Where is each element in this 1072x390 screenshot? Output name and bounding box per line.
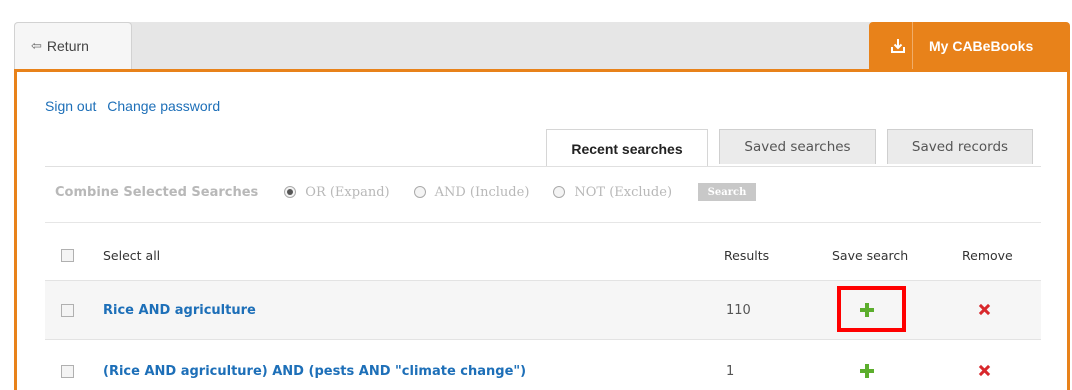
top-bar: ⇦ Return My CABeBooks	[14, 22, 1070, 69]
radio-button[interactable]	[413, 186, 426, 198]
results-count: 110	[726, 302, 751, 318]
arrow-left-icon: ⇦	[31, 38, 42, 53]
select-all-label: Select all	[103, 248, 161, 263]
return-button[interactable]: ⇦ Return	[14, 22, 132, 69]
search-tabs: Recent searches Saved searches Saved rec…	[546, 129, 1044, 167]
combine-searches-row: Combine Selected Searches OR (Expand) AN…	[55, 181, 757, 203]
radio-button[interactable]	[553, 186, 566, 198]
search-query-link[interactable]: Rice AND agriculture	[103, 303, 256, 318]
search-history-panel: Sign out Change password Recent searches…	[14, 69, 1070, 390]
remove-header: Remove	[962, 248, 1013, 263]
table-header: Select all Results Save search Remove	[45, 232, 1041, 279]
my-cabebooks-label: My CABeBooks	[929, 37, 1034, 54]
select-all-checkbox[interactable]	[61, 249, 74, 262]
radio-or-label: OR (Expand)	[305, 184, 390, 200]
table-row: (Rice AND agriculture) AND (pests AND "c…	[45, 340, 1041, 390]
my-cabebooks-tab[interactable]: My CABeBooks	[869, 22, 1070, 69]
return-label: Return	[46, 38, 89, 54]
radio-button-selected[interactable]	[284, 186, 297, 198]
tab-saved-searches[interactable]: Saved searches	[719, 129, 876, 164]
page: ⇦ Return My CABeBooks Sign out Change pa…	[0, 0, 1072, 390]
combine-label: Combine Selected Searches	[55, 184, 259, 200]
results-header: Results	[724, 248, 770, 263]
radio-not-label: NOT (Exclude)	[574, 184, 673, 200]
close-icon[interactable]	[978, 364, 992, 378]
radio-and[interactable]: AND (Include)	[413, 184, 530, 200]
tab-saved-records[interactable]: Saved records	[887, 129, 1033, 164]
change-password-link[interactable]: Change password	[107, 98, 220, 114]
tab-recent-searches[interactable]: Recent searches	[546, 129, 708, 167]
row-checkbox[interactable]	[61, 364, 74, 378]
save-search-highlight	[837, 286, 906, 332]
row-checkbox[interactable]	[61, 303, 74, 317]
search-query-link[interactable]: (Rice AND agriculture) AND (pests AND "c…	[103, 364, 526, 379]
save-search-header: Save search	[832, 248, 909, 263]
download-icon	[883, 22, 913, 69]
radio-and-label: AND (Include)	[434, 184, 530, 200]
radio-or[interactable]: OR (Expand)	[284, 184, 390, 200]
combine-search-button[interactable]: Search	[698, 183, 757, 201]
results-count: 1	[726, 363, 735, 379]
close-icon[interactable]	[978, 303, 992, 317]
plus-icon[interactable]	[859, 363, 875, 379]
radio-not[interactable]: NOT (Exclude)	[553, 185, 672, 200]
combine-divider	[45, 222, 1041, 223]
account-links: Sign out Change password	[45, 98, 227, 114]
tabs-divider	[45, 166, 1041, 167]
sign-out-link[interactable]: Sign out	[45, 98, 96, 114]
